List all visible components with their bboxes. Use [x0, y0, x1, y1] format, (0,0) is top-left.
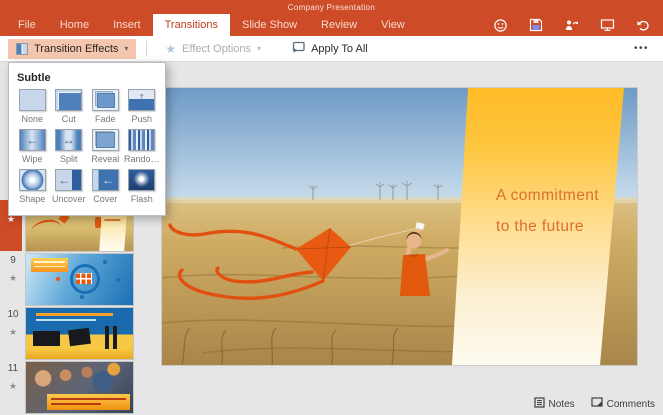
thumbnail-art — [68, 328, 91, 347]
thumbnail-art — [113, 326, 117, 349]
transition-split-preview-icon — [55, 129, 82, 151]
thumbnail-art — [105, 326, 109, 349]
transition-option-split[interactable]: Split — [51, 129, 88, 164]
transition-shape-preview-icon — [19, 169, 46, 191]
slide-thumbnail-row-10: 10 ★ — [0, 308, 140, 359]
tab-file[interactable]: File — [6, 14, 48, 36]
transition-flash-preview-icon — [128, 169, 155, 191]
chevron-down-icon: ▾ — [124, 44, 128, 53]
transition-applied-star-icon: ★ — [9, 381, 17, 392]
transition-wipe-preview-icon — [19, 129, 46, 151]
transition-option-reveal[interactable]: Reveal — [87, 129, 124, 164]
thumbnail-art — [80, 295, 84, 299]
thumbnail-art — [33, 331, 60, 346]
share-icon[interactable] — [564, 18, 579, 32]
thumbnail-art — [103, 260, 107, 264]
apply-to-all-button[interactable]: Apply To All — [283, 37, 376, 60]
transition-reveal-preview-icon — [92, 129, 119, 151]
ribbon-tabs: File Home Insert Transitions Slide Show … — [6, 14, 417, 36]
status-bar: Notes Comments — [534, 397, 655, 411]
transition-cut-preview-icon — [55, 89, 82, 111]
transition-effects-menu: Subtle None Cut Fade Push Wipe — [8, 62, 166, 216]
notes-label: Notes — [549, 399, 575, 410]
slide-canvas-area: A commitment to the future — [143, 62, 663, 415]
tab-slide-show[interactable]: Slide Show — [230, 14, 309, 36]
tab-review[interactable]: Review — [309, 14, 369, 36]
save-icon[interactable] — [529, 18, 543, 32]
current-slide[interactable]: A commitment to the future — [162, 88, 637, 365]
comments-label: Comments — [607, 399, 655, 410]
thumbnail-art — [36, 313, 113, 316]
smiley-feedback-icon[interactable] — [493, 18, 508, 33]
slide-thumbnail-row-11: 11 ★ — [0, 362, 140, 413]
transition-option-cover[interactable]: Cover — [87, 169, 124, 204]
slide-title-panel: A commitment to the future — [452, 88, 624, 365]
transition-effects-button[interactable]: Transition Effects ▾ — [8, 39, 136, 59]
slide-thumbnail-row-9: 9 ★ — [0, 254, 140, 305]
slide-9-number-column: 9 ★ — [0, 254, 26, 305]
comments-icon — [591, 397, 603, 411]
menu-section-header: Subtle — [17, 72, 165, 84]
thumbnail-art — [76, 273, 92, 284]
transition-option-fade[interactable]: Fade — [87, 89, 124, 124]
effect-options-label: Effect Options — [182, 43, 251, 55]
effect-options-button: ★ Effect Options ▾ — [157, 39, 269, 59]
powerpoint-app: Company Presentation File Home Insert Tr… — [0, 0, 663, 415]
tab-home[interactable]: Home — [48, 14, 101, 36]
comments-button[interactable]: Comments — [591, 397, 655, 411]
transition-uncover-preview-icon — [55, 169, 82, 191]
tab-transitions[interactable]: Transitions — [153, 14, 230, 36]
chevron-down-icon: ▾ — [257, 44, 261, 53]
document-title: Company Presentation — [0, 3, 663, 12]
present-monitor-icon[interactable] — [600, 18, 615, 32]
transition-option-uncover[interactable]: Uncover — [51, 169, 88, 204]
slide-number: 11 — [8, 363, 18, 374]
thumbnail-art — [56, 277, 60, 281]
transition-option-cut[interactable]: Cut — [51, 89, 88, 124]
transition-option-random-bars[interactable]: Rando… — [124, 129, 161, 164]
thumbnail-art — [36, 319, 96, 321]
apply-to-all-label: Apply To All — [311, 43, 368, 55]
transitions-ribbon: Transition Effects ▾ ★ Effect Options ▾ … — [0, 36, 663, 62]
slide-number: 9 — [10, 255, 16, 266]
transitions-gallery: None Cut Fade Push Wipe Split — [9, 89, 165, 204]
transition-applied-star-icon: ★ — [9, 327, 17, 338]
transition-applied-star-icon: ★ — [9, 273, 17, 284]
thumbnail-art — [31, 219, 62, 232]
thumbnail-art — [31, 258, 67, 272]
slide-10-thumbnail[interactable] — [26, 308, 133, 359]
ribbon-divider — [146, 41, 147, 57]
transition-effects-icon — [16, 43, 28, 55]
transition-option-wipe[interactable]: Wipe — [14, 129, 51, 164]
slide-title-text[interactable]: A commitment to the future — [496, 180, 599, 242]
notes-button[interactable]: Notes — [534, 397, 575, 411]
thumbnail-art — [47, 394, 129, 410]
effect-options-star-icon: ★ — [165, 44, 176, 54]
slide-11-thumbnail[interactable] — [26, 362, 133, 413]
transition-push-preview-icon — [128, 89, 155, 111]
titlebar-icon-group — [493, 15, 651, 35]
transition-option-none[interactable]: None — [14, 89, 51, 124]
transition-effects-label: Transition Effects — [34, 43, 118, 55]
tab-view[interactable]: View — [369, 14, 417, 36]
transition-option-flash[interactable]: Flash — [124, 169, 161, 204]
transition-fade-preview-icon — [92, 89, 119, 111]
slide-11-number-column: 11 ★ — [0, 362, 26, 413]
undo-icon[interactable] — [636, 19, 651, 32]
transition-option-push[interactable]: Push — [124, 89, 161, 124]
slide-9-thumbnail[interactable] — [26, 254, 133, 305]
apply-to-all-icon — [291, 41, 305, 56]
transition-option-shape[interactable]: Shape — [14, 169, 51, 204]
slide-10-number-column: 10 ★ — [0, 308, 26, 359]
slide-thumbnail-panel: 8 ★ 9 ★ — [0, 200, 140, 413]
transition-cover-preview-icon — [92, 169, 119, 191]
more-options-button[interactable]: ••• — [634, 43, 649, 54]
slide-number: 10 — [7, 309, 18, 320]
transition-none-preview-icon — [19, 89, 46, 111]
notes-icon — [534, 397, 545, 411]
tab-insert[interactable]: Insert — [101, 14, 153, 36]
thumbnail-art — [116, 278, 120, 282]
title-bar: Company Presentation File Home Insert Tr… — [0, 0, 663, 36]
transition-random-bars-preview-icon — [128, 129, 155, 151]
